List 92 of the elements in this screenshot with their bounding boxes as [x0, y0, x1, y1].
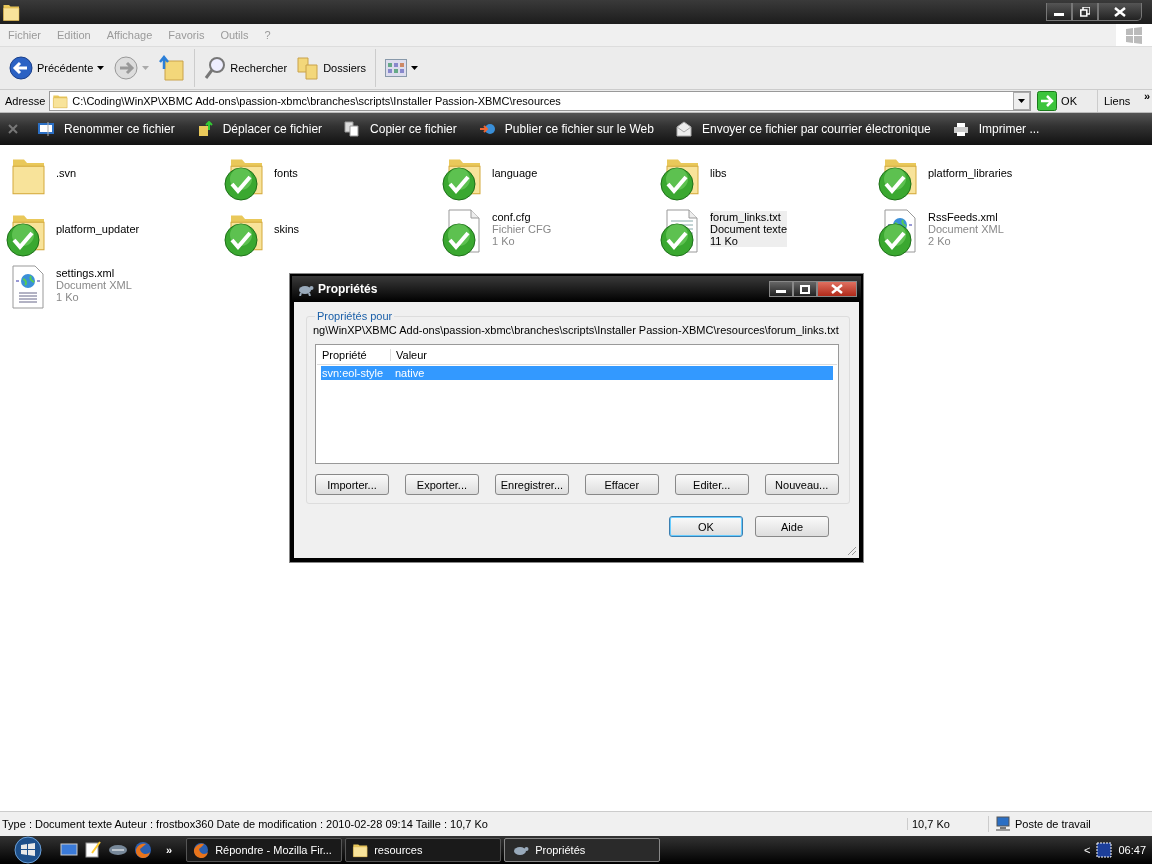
task-link[interactable]: Déplacer ce fichier	[190, 121, 329, 137]
taskbar-button[interactable]: Propriétés	[504, 838, 661, 862]
close-icon	[1114, 6, 1126, 17]
notepad-icon[interactable]	[84, 841, 102, 859]
dialog-button[interactable]: Enregistrer...	[494, 474, 569, 495]
status-size: 10,7 Ko	[907, 818, 988, 830]
file-type: Document XML	[928, 223, 1004, 235]
copy-pages-icon	[344, 121, 361, 137]
file-type: Fichier CFG	[492, 223, 552, 235]
restore-icon	[1080, 6, 1090, 17]
dialog-button[interactable]: Aide	[755, 516, 829, 537]
rename-icon	[38, 121, 54, 137]
printer-icon	[952, 121, 969, 137]
minimize-button[interactable]	[1046, 3, 1072, 21]
web-document-icon	[11, 265, 45, 309]
file-name[interactable]: .svn	[56, 155, 77, 179]
address-label: Adresse	[5, 95, 46, 107]
dropdown-button[interactable]	[1013, 92, 1031, 110]
more-chevron[interactable]: »	[166, 844, 173, 856]
folder-icon	[2, 2, 20, 22]
tray-expand-button[interactable]: <	[1084, 844, 1091, 856]
folders-icon	[297, 56, 320, 80]
folder-arrow-icon	[196, 121, 213, 137]
minimize-button[interactable]	[769, 281, 793, 297]
file-type: Document XML	[56, 279, 132, 291]
taskbar-button[interactable]: resources	[345, 838, 502, 862]
back-button[interactable]: Précédente	[6, 54, 108, 82]
folder-up-arrow-icon	[159, 55, 186, 81]
status-zone: Poste de travail	[1015, 818, 1091, 830]
file-name[interactable]: language	[492, 155, 538, 179]
address-field[interactable]: C:\Coding\WinXP\XBMC Add-ons\passion-xbmc\branches\scripts\Installer Passion-XBMC\resources	[49, 91, 1032, 111]
close-icon	[831, 284, 843, 294]
column-header[interactable]: Valeur	[391, 349, 427, 361]
magnifier-icon	[204, 56, 227, 80]
caret-icon	[410, 66, 418, 70]
folder-icon	[52, 93, 69, 109]
file-name[interactable]: settings.xml	[56, 267, 132, 279]
default-button[interactable]: OK	[669, 516, 743, 537]
file-name[interactable]: fonts	[274, 155, 298, 179]
dialog-button[interactable]: Exporter...	[404, 474, 479, 495]
links-label[interactable]: Liens	[1104, 95, 1131, 107]
file-name[interactable]: platform_libraries	[928, 155, 1013, 179]
maximize-button[interactable]	[793, 281, 817, 297]
file-name[interactable]: skins	[274, 211, 300, 235]
clock[interactable]: 06:47	[1118, 844, 1146, 856]
file-size: 2 Ko	[928, 235, 952, 247]
fox-globe-icon	[193, 842, 210, 858]
fox-globe-icon[interactable]	[134, 841, 152, 859]
file-name[interactable]: libs	[710, 155, 727, 179]
file-size: 11 Ko	[710, 235, 739, 247]
caret-icon	[142, 66, 150, 70]
file-name[interactable]: RssFeeds.xml	[928, 211, 1004, 223]
folder-icon	[352, 842, 369, 858]
dialog-button[interactable]: Editer...	[674, 474, 749, 495]
dialog-button[interactable]: Nouveau...	[764, 474, 839, 495]
caret-icon	[1018, 99, 1026, 103]
task-link[interactable]: Envoyer ce fichier par courrier électronique	[669, 121, 937, 137]
taskbar-button[interactable]: Répondre - Mozilla Fir...	[186, 838, 343, 862]
close-button[interactable]	[1098, 3, 1142, 21]
group-label: Propriétés pour	[316, 310, 394, 322]
status-text: Type : Document texte Auteur : frostbox360 Date de modification : 2010-02-28 09:14 Taille : 10,7 Ko	[1, 818, 489, 830]
computer-icon	[995, 816, 1011, 832]
dialog-button[interactable]: Importer...	[315, 474, 389, 495]
file-path: ng\WinXP\XBMC Add-ons\passion-xbmc\branches\scripts\Installer Passion-XBMC\resources\forum_links.txt	[313, 324, 839, 336]
close-icon	[8, 124, 18, 134]
file-name[interactable]: forum_links.txt	[710, 211, 788, 223]
more-chevron[interactable]: »	[1143, 90, 1150, 102]
file-name[interactable]: conf.cfg	[492, 211, 552, 223]
file-size: 1 Ko	[492, 235, 516, 247]
task-link[interactable]: Copier ce fichier	[338, 121, 463, 137]
desktop-icon[interactable]	[60, 842, 78, 858]
column-header[interactable]: Propriété	[317, 349, 391, 361]
resize-grip-icon	[847, 546, 857, 556]
close-button[interactable]	[817, 281, 857, 297]
task-link[interactable]: Publier ce fichier sur le Web	[472, 121, 660, 137]
file-name[interactable]: platform_updater	[56, 211, 140, 235]
task-link[interactable]: Imprimer ...	[946, 121, 1046, 137]
go-button[interactable]: OK	[1035, 91, 1093, 111]
envelope-icon	[675, 121, 692, 137]
caret-icon	[97, 66, 105, 70]
folders-button[interactable]: Dossiers	[294, 54, 369, 82]
restore-button[interactable]	[1072, 3, 1098, 21]
dialog-title: Propriétés	[318, 282, 378, 296]
maximize-icon	[800, 284, 810, 294]
task-link[interactable]: Renommer ce fichier	[32, 121, 181, 137]
globe-arrow-icon	[478, 121, 495, 137]
file-size: 1 Ko	[56, 291, 80, 303]
windows-logo-icon	[1124, 26, 1144, 44]
view-grid-icon	[384, 59, 407, 77]
search-button[interactable]: Rechercher	[201, 54, 291, 82]
file-type: Document texte	[710, 223, 788, 235]
dialog-button[interactable]: Effacer	[584, 474, 659, 495]
